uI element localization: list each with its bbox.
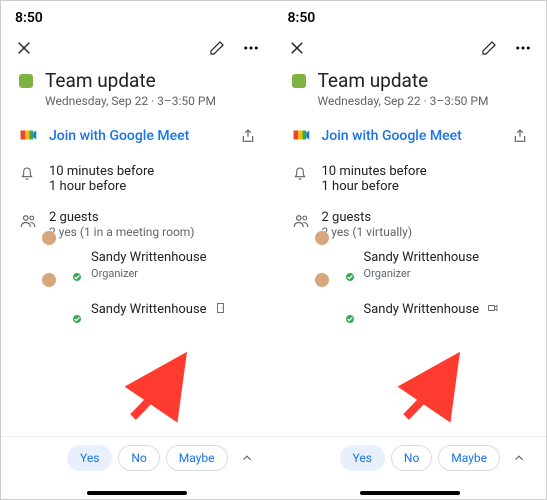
guests-summary: 2 guests 2 yes (1 in a meeting room)	[49, 210, 256, 239]
guests-status: 2 yes (1 in a meeting room)	[49, 225, 256, 239]
event-title: Team update	[45, 69, 156, 92]
join-meet-link[interactable]: Join with Google Meet	[49, 128, 228, 144]
reminders: 10 minutes before 1 hour before	[49, 164, 256, 194]
guests-count: 2 guests	[49, 210, 256, 225]
reminder-2: 1 hour before	[322, 179, 529, 194]
guests-count: 2 guests	[322, 210, 529, 225]
meet-logo-icon	[292, 126, 310, 148]
rsvp-no-button[interactable]: No	[118, 445, 159, 471]
avatar	[322, 291, 354, 323]
guest-list: Sandy Writtenhouse Organizer Sandy Writt…	[322, 249, 529, 323]
reminder-1: 10 minutes before	[322, 164, 529, 179]
avatar	[49, 291, 81, 323]
guest-name: Sandy Writtenhouse	[91, 250, 207, 265]
status-time: 8:50	[15, 10, 43, 26]
rsvp-expand-icon[interactable]	[506, 445, 532, 471]
guest-name: Sandy Writtenhouse	[364, 302, 480, 317]
guests-status: 2 yes (1 virtually)	[322, 225, 529, 239]
rsvp-yes-button[interactable]: Yes	[67, 445, 112, 471]
video-camera-icon	[487, 298, 499, 317]
rsvp-bar: Yes No Maybe	[1, 436, 274, 479]
rsvp-check-icon	[344, 313, 356, 325]
more-icon[interactable]	[514, 39, 532, 57]
share-icon[interactable]	[240, 128, 256, 144]
event-datetime: Wednesday, Sep 22 · 3–3:50 PM	[45, 94, 256, 108]
share-icon[interactable]	[512, 128, 528, 144]
reminders: 10 minutes before 1 hour before	[322, 164, 529, 194]
guest-row[interactable]: Sandy Writtenhouse	[49, 291, 256, 323]
status-time: 8:50	[288, 10, 316, 26]
home-indicator	[360, 491, 460, 495]
annotation-arrow	[396, 357, 466, 431]
guest-role: Organizer	[364, 267, 480, 280]
guest-list: Sandy Writtenhouse Organizer Sandy Writt…	[49, 249, 256, 323]
bell-icon	[19, 166, 37, 186]
bell-icon	[292, 166, 310, 186]
home-indicator	[87, 491, 187, 495]
guest-name: Sandy Writtenhouse	[364, 250, 480, 265]
content: Team update Wednesday, Sep 22 · 3–3:50 P…	[1, 65, 274, 499]
rsvp-check-icon	[71, 313, 83, 325]
pane-left: 8:50 Team update Wednesday, Sep 22 · 3–3…	[1, 1, 274, 499]
annotation-arrow	[123, 357, 193, 431]
rsvp-yes-button[interactable]: Yes	[340, 445, 385, 471]
calendar-color-swatch	[292, 74, 306, 88]
reminder-2: 1 hour before	[49, 179, 256, 194]
guest-name: Sandy Writtenhouse	[91, 302, 207, 317]
rsvp-check-icon	[344, 271, 356, 283]
content: Team update Wednesday, Sep 22 · 3–3:50 P…	[274, 65, 547, 499]
more-icon[interactable]	[242, 39, 260, 57]
rsvp-check-icon	[71, 271, 83, 283]
rsvp-no-button[interactable]: No	[391, 445, 432, 471]
guests-summary: 2 guests 2 yes (1 virtually)	[322, 210, 529, 239]
guest-row[interactable]: Sandy Writtenhouse Organizer	[322, 249, 529, 281]
status-bar: 8:50	[274, 1, 547, 31]
guest-row[interactable]: Sandy Writtenhouse Organizer	[49, 249, 256, 281]
toolbar	[1, 31, 274, 65]
close-icon[interactable]	[288, 39, 306, 57]
toolbar	[274, 31, 547, 65]
guest-row[interactable]: Sandy Writtenhouse	[322, 291, 529, 323]
rsvp-maybe-button[interactable]: Maybe	[438, 445, 500, 471]
edit-icon[interactable]	[480, 39, 498, 57]
meeting-room-icon	[215, 298, 227, 317]
pane-right: 8:50 Team update Wednesday, Sep 22 · 3–3…	[274, 1, 547, 499]
rsvp-bar: Yes No Maybe	[274, 436, 547, 479]
people-icon	[292, 212, 310, 234]
join-meet-link[interactable]: Join with Google Meet	[322, 128, 501, 144]
people-icon	[19, 212, 37, 234]
rsvp-expand-icon[interactable]	[234, 445, 260, 471]
close-icon[interactable]	[15, 39, 33, 57]
event-datetime: Wednesday, Sep 22 · 3–3:50 PM	[318, 94, 529, 108]
meet-logo-icon	[19, 126, 37, 148]
event-title: Team update	[318, 69, 429, 92]
edit-icon[interactable]	[208, 39, 226, 57]
status-bar: 8:50	[1, 1, 274, 31]
rsvp-maybe-button[interactable]: Maybe	[166, 445, 228, 471]
reminder-1: 10 minutes before	[49, 164, 256, 179]
guest-role: Organizer	[91, 267, 207, 280]
calendar-color-swatch	[19, 74, 33, 88]
